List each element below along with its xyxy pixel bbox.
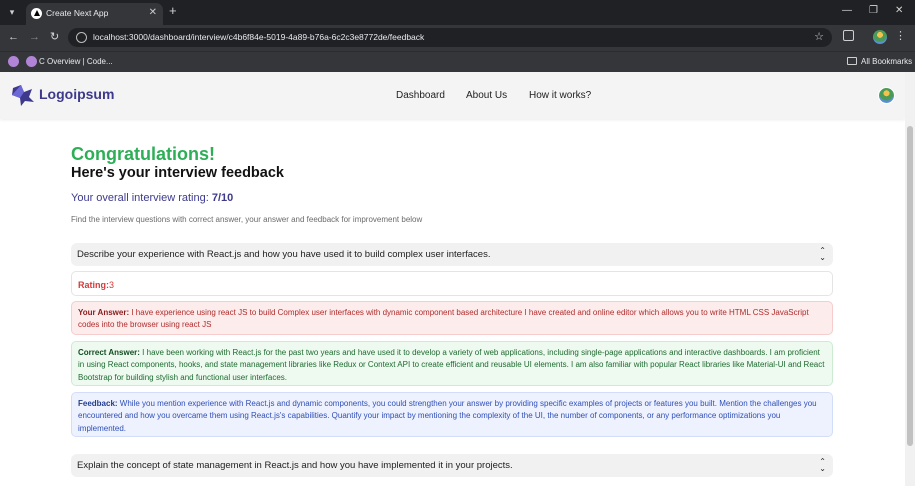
browser-tab-bar: ▾ Create Next App ✕ + — ❐ ✕ <box>0 0 915 25</box>
feedback-text: While you mention experience with React.… <box>78 399 817 433</box>
feedback-label: Feedback: <box>78 399 118 408</box>
scrollbar-thumb[interactable] <box>907 126 913 446</box>
scrollbar[interactable] <box>905 72 915 486</box>
nav-how-it-works[interactable]: How it works? <box>529 90 591 101</box>
all-bookmarks-button[interactable]: All Bookmarks <box>861 57 912 66</box>
chevron-up-down-icon[interactable]: ⌃ ⌄ <box>819 247 826 262</box>
your-answer-box: Your Answer: I have experience using rea… <box>71 301 833 335</box>
browser-toolbar: ← → ↻ localhost:3000/dashboard/interview… <box>0 25 915 51</box>
overall-rating-value: 7/10 <box>211 192 234 204</box>
minimize-icon[interactable]: — <box>842 4 852 18</box>
tab-title: Create Next App <box>46 8 109 18</box>
question-text[interactable]: Describe your experience with React.js a… <box>77 249 490 260</box>
nav-about-us[interactable]: About Us <box>466 90 507 101</box>
page-title: Here's your interview feedback <box>71 165 284 181</box>
bookmarks-bar: C Overview | Code... All Bookmarks <box>0 51 915 72</box>
overall-rating-label: Your overall interview rating: <box>71 192 212 204</box>
question-text[interactable]: Explain the concept of state management … <box>77 460 513 471</box>
question-collapsible[interactable]: Explain the concept of state management … <box>71 454 833 477</box>
restore-icon[interactable]: ❐ <box>869 4 878 18</box>
bookmark-favicon-icon[interactable] <box>8 56 19 67</box>
browser-menu-icon[interactable]: ⋮ <box>895 29 906 42</box>
instructions-text: Find the interview questions with correc… <box>71 215 423 224</box>
reload-icon[interactable]: ↻ <box>50 30 59 44</box>
chevron-up-down-icon[interactable]: ⌃ ⌄ <box>819 458 826 473</box>
logo-icon[interactable] <box>10 82 36 108</box>
nav-dashboard[interactable]: Dashboard <box>396 90 445 101</box>
window-close-icon[interactable]: ✕ <box>895 4 903 18</box>
overall-rating: Your overall interview rating: 7/10 <box>71 192 233 204</box>
question-collapsible[interactable]: Describe your experience with React.js a… <box>71 243 833 266</box>
your-answer-text: I have experience using react JS to buil… <box>78 308 809 330</box>
browser-tab[interactable]: Create Next App ✕ <box>26 3 163 25</box>
tab-close-icon[interactable]: ✕ <box>149 7 157 19</box>
rating-box: Rating:3 <box>71 271 833 296</box>
url-text[interactable]: localhost:3000/dashboard/interview/c4b6f… <box>93 32 424 42</box>
page-viewport: Logoipsum Dashboard About Us How it work… <box>0 72 905 486</box>
user-avatar[interactable] <box>878 87 895 104</box>
logo-text[interactable]: Logoipsum <box>39 86 114 102</box>
rating-value: 3 <box>109 280 115 290</box>
bookmark-favicon-icon[interactable] <box>26 56 37 67</box>
extensions-icon[interactable] <box>843 30 854 41</box>
address-bar[interactable]: localhost:3000/dashboard/interview/c4b6f… <box>68 28 832 47</box>
your-answer-label: Your Answer: <box>78 308 130 317</box>
correct-answer-text: I have been working with React.js for th… <box>78 348 825 382</box>
folder-icon <box>847 57 857 65</box>
forward-icon[interactable]: → <box>29 30 40 44</box>
site-header: Logoipsum Dashboard About Us How it work… <box>0 72 905 119</box>
bookmark-item[interactable]: C Overview | Code... <box>39 57 113 66</box>
bookmark-star-icon[interactable]: ☆ <box>814 30 824 43</box>
new-tab-icon[interactable]: + <box>169 4 177 18</box>
correct-answer-label: Correct Answer: <box>78 348 140 357</box>
profile-avatar[interactable] <box>873 30 887 44</box>
site-info-icon[interactable] <box>76 32 87 43</box>
back-icon[interactable]: ← <box>8 30 19 44</box>
nextjs-favicon-icon <box>31 8 42 19</box>
correct-answer-box: Correct Answer: I have been working with… <box>71 341 833 386</box>
tab-search-icon[interactable]: ▾ <box>4 4 20 20</box>
feedback-box: Feedback: While you mention experience w… <box>71 392 833 437</box>
rating-label: Rating: <box>78 280 109 290</box>
congrats-heading: Congratulations! <box>71 144 215 164</box>
